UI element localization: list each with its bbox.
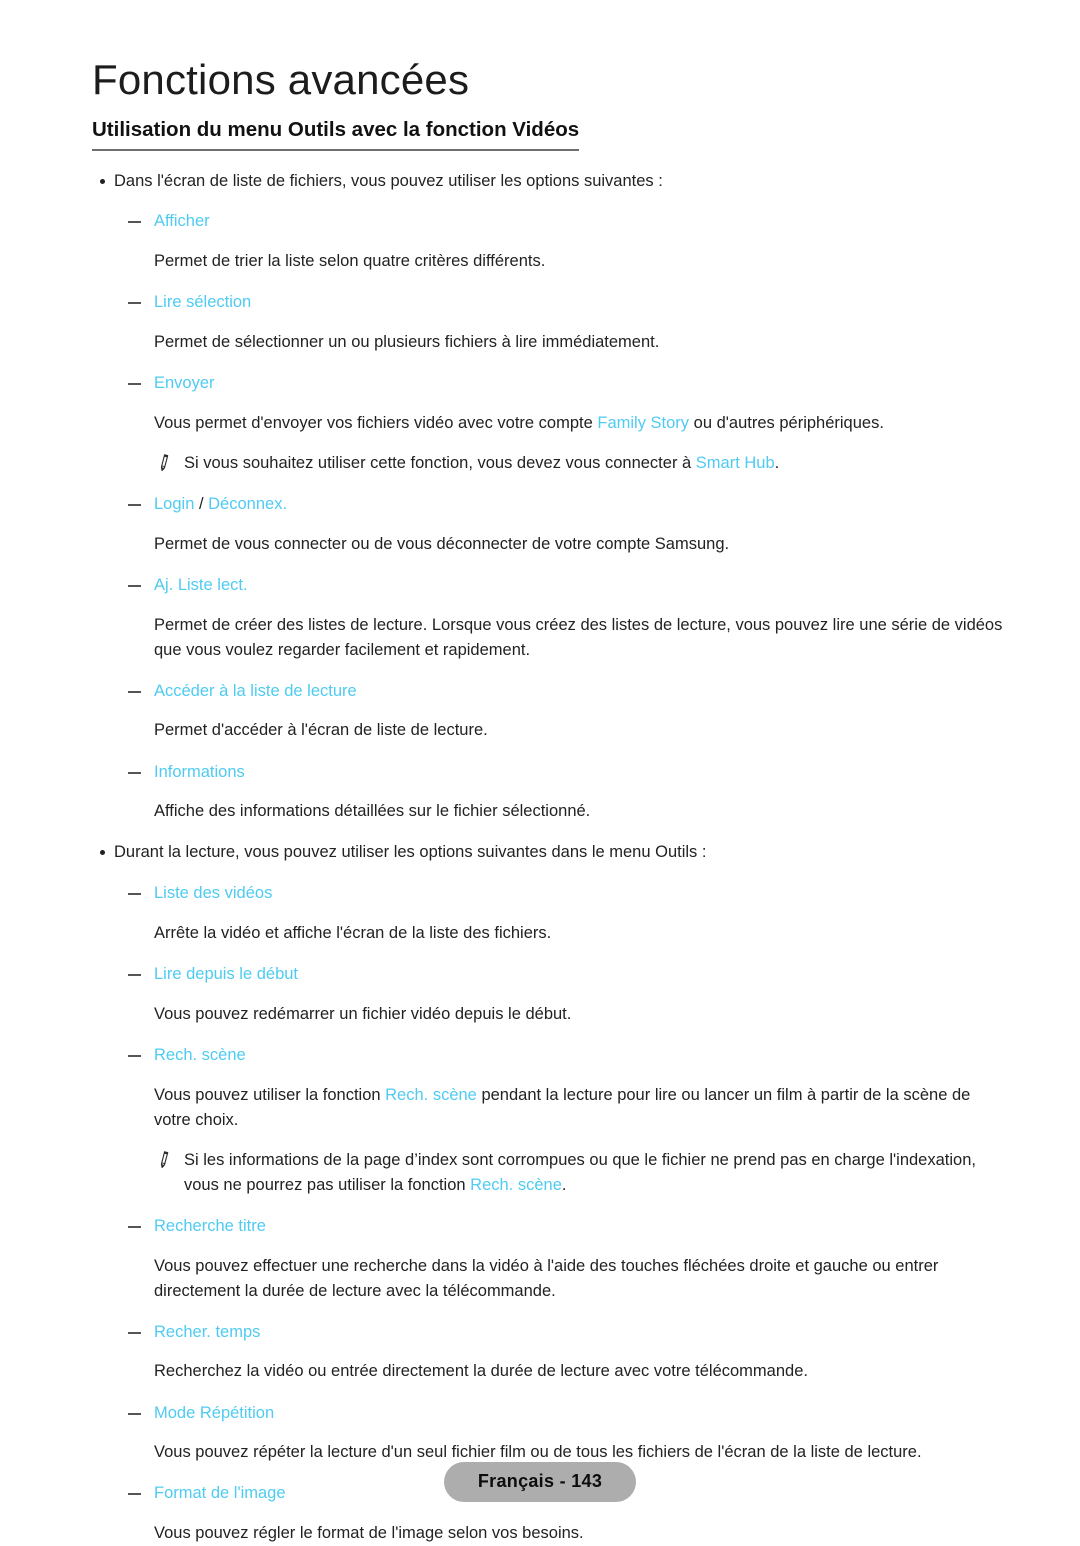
desc-text-before: Vous pouvez utiliser la fonction [154,1085,386,1104]
desc-text-before: Vous permet d'envoyer vos fichiers vidéo… [154,413,598,432]
option-separator: / [194,494,209,513]
option-label-aj-liste-lect: Aj. Liste lect. [92,573,1010,598]
option-label-liste-des-videos: Liste des vidéos [92,881,1010,906]
option-text-deconnex: Déconnex. [208,494,288,513]
option-desc-liste-des-videos: Arrête la vidéo et affiche l'écran de la… [154,923,552,942]
option-label-lire-selection: Lire sélection [92,290,1010,315]
intro-bullet-file-list: Dans l'écran de liste de fichiers, vous … [92,169,1010,194]
option-text: Lire depuis le début [154,964,299,983]
option-label-envoyer: Envoyer [92,371,1010,396]
option-label-rech-scene: Rech. scène [92,1043,1010,1068]
option-desc-afficher: Permet de trier la liste selon quatre cr… [154,252,546,271]
note-text-before: Si vous souhaitez utiliser cette fonctio… [184,453,696,472]
option-label-mode-repetition: Mode Répétition [92,1401,1010,1426]
pencil-icon [154,1150,174,1170]
note-text-after: . [774,453,780,472]
option-desc-envoyer: Vous permet d'envoyer vos fichiers vidéo… [92,411,1010,436]
section-title-wrap: Utilisation du menu Outils avec la fonct… [92,117,1010,151]
option-desc-recherche-titre: Vous pouvez effectuer une recherche dans… [154,1256,939,1300]
option-label-informations: Informations [92,760,1010,785]
option-desc-lire-depuis-le-debut: Vous pouvez redémarrer un fichier vidéo … [154,1004,572,1023]
page-number-badge: Français - 143 [443,1462,637,1502]
option-desc-rech-scene: Vous pouvez utiliser la fonction Rech. s… [92,1083,1010,1133]
option-text: Rech. scène [154,1045,246,1064]
option-text: Aj. Liste lect. [154,575,248,594]
option-text: Recherche titre [154,1216,266,1235]
option-text: Envoyer [154,374,215,393]
option-label-login-deconnex: Login / Déconnex. [92,492,1010,517]
note-envoyer-smart-hub: Si vous souhaitez utiliser cette fonctio… [92,451,1010,476]
page-footer: Français - 143 [0,1462,1080,1502]
option-desc-lire-selection: Permet de sélectionner un ou plusieurs f… [154,332,660,351]
desc-text-after: ou d'autres périphériques. [689,413,884,432]
option-label-recherche-titre: Recherche titre [92,1214,1010,1239]
option-text: Recher. temps [154,1322,261,1341]
option-text: Mode Répétition [154,1403,275,1422]
pencil-icon [154,453,174,473]
option-label-lire-depuis-le-debut: Lire depuis le début [92,962,1010,987]
option-text: Accéder à la liste de lecture [154,681,357,700]
option-desc-aj-liste-lect: Permet de créer des listes de lecture. L… [154,615,1003,659]
option-desc-acceder-liste-lecture: Permet d'accéder à l'écran de liste de l… [154,721,488,740]
option-label-afficher: Afficher [92,209,1010,234]
option-text: Informations [154,762,245,781]
note-rech-scene-index: Si les informations de la page d’index s… [92,1148,1010,1198]
note-text-before: Si les informations de la page d’index s… [184,1150,976,1194]
document-page: Fonctions avancées Utilisation du menu O… [0,0,1080,1542]
option-text: Liste des vidéos [154,884,273,903]
option-label-recher-temps: Recher. temps [92,1320,1010,1345]
section-title: Utilisation du menu Outils avec la fonct… [92,117,580,151]
inline-term-rech-scene: Rech. scène [470,1175,562,1194]
option-desc-recher-temps: Recherchez la vidéo ou entrée directemen… [154,1362,808,1381]
inline-term-family-story: Family Story [597,413,690,432]
inline-term-smart-hub: Smart Hub [695,453,775,472]
option-desc-informations: Affiche des informations détaillées sur … [154,802,591,821]
option-text: Afficher [154,212,210,231]
document-content: Dans l'écran de liste de fichiers, vous … [92,169,1010,1546]
option-desc-login-deconnex: Permet de vous connecter ou de vous déco… [154,534,730,553]
inline-term-rech-scene: Rech. scène [385,1085,477,1104]
intro-bullet-during-playback: Durant la lecture, vous pouvez utiliser … [92,840,1010,865]
option-label-acceder-liste-lecture: Accéder à la liste de lecture [92,679,1010,704]
option-text: Lire sélection [154,293,252,312]
note-text-after: . [561,1175,567,1194]
option-text-login: Login [154,494,195,513]
chapter-title: Fonctions avancées [92,56,470,103]
